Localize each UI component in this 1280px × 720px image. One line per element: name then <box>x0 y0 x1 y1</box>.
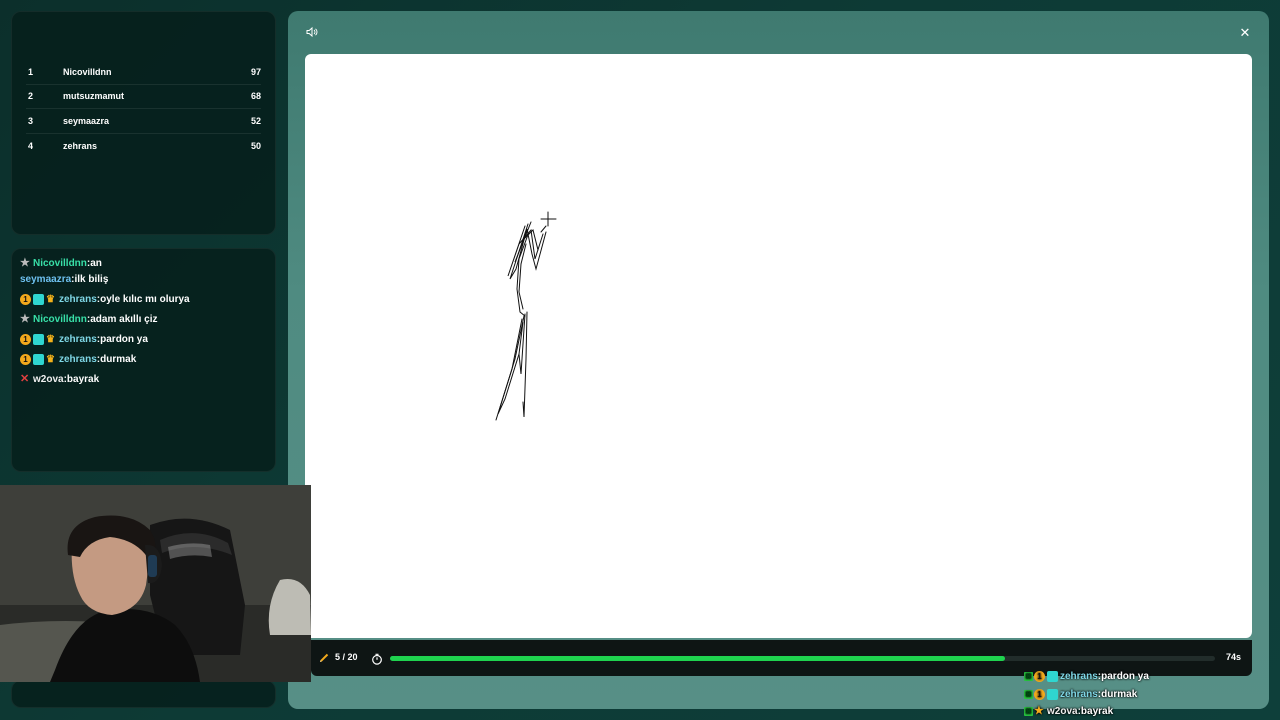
overlay-chat-message: ✖ 1 zehrans : pardon ya <box>1024 668 1280 686</box>
overlay-text: pardon ya <box>1101 671 1149 683</box>
star-badge-icon: ★ <box>20 312 30 325</box>
overlay-chat: ✖ 1 zehrans : pardon ya ✖ 1 zehrans : du… <box>1024 668 1280 720</box>
overlay-chat-message: ✖ 1 zehrans : durmak <box>1024 686 1280 704</box>
drawing-canvas[interactable] <box>305 54 1252 638</box>
chat-message: 1 ♛ zehrans: oyle kılıc mı olurya <box>20 289 267 309</box>
leaderboard-panel: 1 Nicovilldnn 97 2 mutsuzmamut 68 3 seym… <box>11 11 276 235</box>
time-remaining: 74s <box>1226 652 1242 662</box>
chat-text: an <box>90 258 102 269</box>
chat-username: seymaazra <box>20 273 72 285</box>
chat-username: w2ova <box>33 373 64 385</box>
chat-message: ★ Nicovilldnn: an <box>20 257 267 270</box>
chat-message: ★ Nicovilldnn: adam akıllı çiz <box>20 309 267 329</box>
chat-text: oyle kılıc mı olurya <box>100 293 190 305</box>
grid-badge-icon <box>1047 688 1058 700</box>
leaderboard-row: 4 zehrans 50 <box>26 134 261 159</box>
number-badge-icon: 1 <box>20 353 31 365</box>
grid-badge-icon <box>33 333 44 345</box>
leaderboard-rank: 1 <box>28 66 34 77</box>
leaderboard-row: 1 Nicovilldnn 97 <box>26 60 261 85</box>
speaker-icon[interactable] <box>306 26 320 40</box>
grid-badge-icon <box>33 293 44 305</box>
chat-text: adam akıllı çiz <box>90 313 158 325</box>
leaderboard-name: seymaazra <box>63 115 110 126</box>
chat-username: zehrans <box>59 333 97 345</box>
chat-text: ilk biliş <box>74 273 109 285</box>
leaderboard-name: mutsuzmamut <box>63 91 125 102</box>
star-badge-icon: ★ <box>20 257 30 269</box>
leaderboard-rank: 2 <box>28 91 34 102</box>
crown-badge-icon: ♛ <box>46 353 55 365</box>
bottom-left-panel <box>11 680 276 708</box>
overlay-username: zehrans <box>1060 671 1098 683</box>
chat-text: pardon ya <box>100 333 148 345</box>
leaderboard-row: 3 seymaazra 52 <box>26 109 261 134</box>
number-badge-icon: 1 <box>1034 688 1045 700</box>
star-badge-icon: ★ <box>1034 705 1044 718</box>
check-badge-icon: ✖ <box>1024 672 1033 682</box>
timer-progress-fill <box>390 656 1005 661</box>
chat-text: durmak <box>100 353 137 365</box>
leaderboard-score: 68 <box>250 91 261 102</box>
leaderboard-score: 97 <box>250 66 261 77</box>
stick-drawing <box>495 211 557 421</box>
cross-badge-icon: ✕ <box>20 372 30 385</box>
chat-message: 1 ♛ zehrans: durmak <box>20 349 267 369</box>
timer-progress-track <box>390 656 1215 661</box>
leaderboard-score: 50 <box>250 140 261 151</box>
number-badge-icon: 1 <box>20 293 31 305</box>
leaderboard-row: 2 mutsuzmamut 68 <box>26 85 261 109</box>
grid-badge-icon <box>33 353 44 365</box>
timer-icon <box>371 652 383 665</box>
close-icon[interactable]: ✕ <box>1238 26 1252 40</box>
overlay-username: zehrans <box>1060 688 1098 700</box>
pencil-icon <box>318 651 330 663</box>
crown-badge-icon: ♛ <box>46 333 55 345</box>
overlay-text: bayrak <box>1080 706 1114 718</box>
chat-message: 1 ♛ zehrans: pardon ya <box>20 329 267 349</box>
chat-message: ✕ w2ova: bayrak <box>20 369 267 389</box>
check-badge-icon: ✖ <box>1024 689 1033 699</box>
webcam-feed <box>0 485 311 682</box>
leaderboard-score: 52 <box>250 115 261 126</box>
chat-message: seymaazra: ilk biliş <box>20 269 267 289</box>
number-badge-icon: 1 <box>20 333 31 345</box>
chat-panel[interactable]: ★ Nicovilldnn: an seymaazra: ilk biliş 1 ♛… <box>11 248 276 472</box>
check-badge-icon: ✖ <box>1024 707 1033 717</box>
chat-username: Nicovilldnn <box>33 313 87 325</box>
leaderboard-rank: 3 <box>28 115 34 126</box>
leaderboard-rank: 4 <box>28 140 34 151</box>
chat-text: bayrak <box>66 373 100 385</box>
webcam-image <box>0 485 311 682</box>
leaderboard-name: Nicovilldnn <box>63 66 112 77</box>
chat-username: Nicovilldnn <box>33 258 87 269</box>
crown-badge-icon: ♛ <box>46 293 55 305</box>
leaderboard-name: zehrans <box>63 140 98 151</box>
chat-username: zehrans <box>59 353 97 365</box>
overlay-username: w2ova <box>1047 706 1078 718</box>
grid-badge-icon <box>1047 671 1058 683</box>
round-counter: 5 / 20 <box>335 652 358 662</box>
number-badge-icon: 1 <box>1034 671 1045 683</box>
chat-username: zehrans <box>59 293 97 305</box>
overlay-text: durmak <box>1101 688 1138 700</box>
overlay-chat-message: ✖ ★ w2ova : bayrak <box>1024 703 1280 720</box>
